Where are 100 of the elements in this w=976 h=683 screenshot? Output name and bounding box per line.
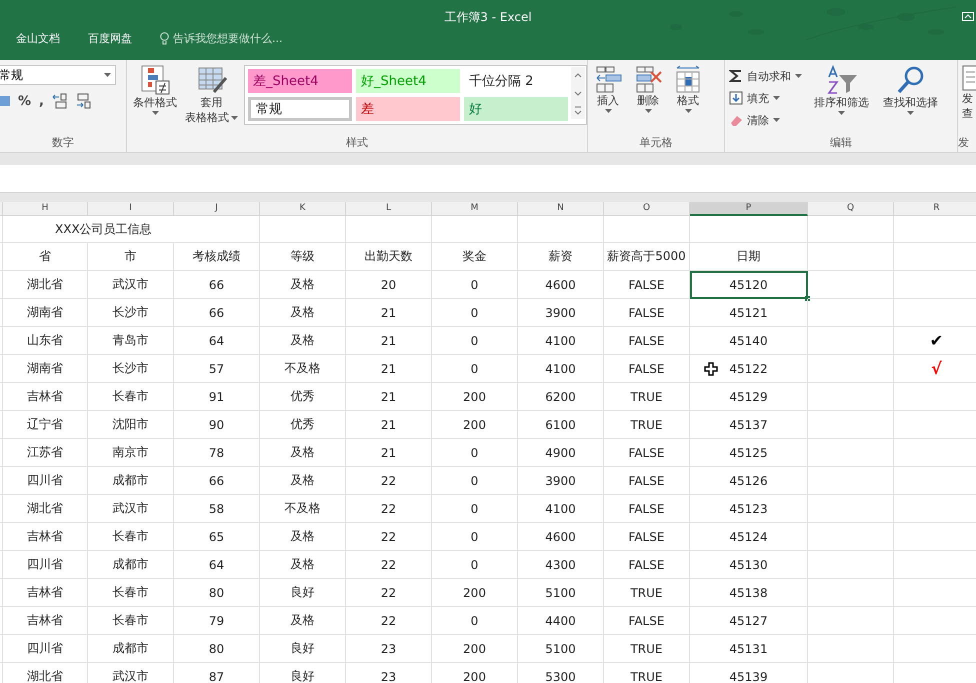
table-cell: 优秀	[260, 411, 346, 439]
find-button[interactable]: 查找和选择	[881, 65, 940, 115]
table-cell: 武汉市	[88, 663, 174, 683]
cell-style-option[interactable]: 好	[464, 97, 568, 121]
table-cell: 4100	[518, 327, 604, 355]
table-cell: 成都市	[88, 551, 174, 579]
format-button[interactable]: 格式	[672, 65, 704, 113]
window-title: 工作簿3 - Excel	[444, 9, 532, 23]
table-cell: 22	[346, 551, 432, 579]
table-cell: 3900	[518, 299, 604, 327]
table-cell: 21	[346, 383, 432, 411]
table-cell: 45127	[690, 607, 808, 635]
table-cell: XXX公司员工信息	[3, 216, 260, 243]
dropdown-arrow-icon	[684, 109, 692, 113]
table-format-button[interactable]: 套用 表格格式	[183, 65, 240, 125]
insert-button[interactable]: 插入	[592, 65, 624, 113]
column-header[interactable]: L	[346, 202, 432, 216]
table-cell: 长春市	[88, 579, 174, 607]
table-cell: 4400	[518, 607, 604, 635]
table-cell: 6200	[518, 383, 604, 411]
dropdown-arrow-icon	[773, 118, 780, 122]
cell-style-option[interactable]: 差	[356, 97, 460, 121]
header-cell: 出勤天数	[346, 243, 432, 271]
column-header[interactable]: Q	[808, 202, 894, 216]
header-cell: 考核成绩	[174, 243, 260, 271]
column-header[interactable]: P	[690, 202, 808, 216]
conditional-format-button[interactable]: 条件格式	[131, 65, 179, 115]
table-cell: 优秀	[260, 383, 346, 411]
table-cell: 江苏省	[3, 439, 88, 467]
table-cell: 0	[432, 271, 518, 299]
clear-button[interactable]: 清除	[729, 109, 802, 131]
table-cell: TRUE	[604, 411, 690, 439]
column-header[interactable]: N	[518, 202, 604, 216]
column-header[interactable]: H	[3, 202, 88, 216]
table-cell: 4300	[518, 551, 604, 579]
table-cell: 58	[174, 495, 260, 523]
table-cell: 四川省	[3, 551, 88, 579]
table-cell: 23	[346, 663, 432, 683]
table-cell: 22	[346, 467, 432, 495]
table-cell: 湖南省	[3, 355, 88, 383]
table-cell: 湖北省	[3, 495, 88, 523]
menu-tab[interactable]: 百度网盘	[88, 30, 132, 46]
table-cell: 80	[174, 635, 260, 663]
gallery-scroll-icon[interactable]	[571, 67, 585, 119]
group-label: 发	[958, 135, 970, 151]
table-cell: 良好	[260, 579, 346, 607]
dropdown-arrow-icon	[773, 96, 780, 100]
sum-button[interactable]: 自动求和	[729, 65, 802, 87]
fill-handle-icon[interactable]	[805, 296, 810, 301]
sort-filter-icon	[824, 65, 858, 95]
table-cell: 21	[346, 439, 432, 467]
table-cell: 5100	[518, 635, 604, 663]
table-cell: FALSE	[604, 299, 690, 327]
table-cell: 45125	[690, 439, 808, 467]
table-cell: 0	[432, 327, 518, 355]
table-cell: 22	[346, 607, 432, 635]
column-header[interactable]: J	[174, 202, 260, 216]
column-header[interactable]: I	[88, 202, 174, 216]
column-header[interactable]: M	[432, 202, 518, 216]
fill-button[interactable]: 填充	[729, 87, 802, 109]
table-cell: 45131	[690, 635, 808, 663]
decrease-decimal-icon[interactable]	[76, 93, 92, 109]
table-cell: 0	[432, 467, 518, 495]
cross-cursor-icon	[704, 362, 718, 376]
column-header[interactable]: R	[894, 202, 976, 216]
column-header[interactable]: K	[260, 202, 346, 216]
header-cell: 日期	[690, 243, 808, 271]
delete-cells-icon	[634, 65, 662, 93]
dropdown-arrow-icon	[604, 109, 612, 113]
table-cell: 长春市	[88, 523, 174, 551]
increase-decimal-icon[interactable]	[52, 93, 68, 109]
percent-button[interactable]: %	[18, 94, 32, 108]
table-cell: 5300	[518, 663, 604, 683]
table-cell: 22	[346, 579, 432, 607]
cell-style-option[interactable]: 差_Sheet4	[248, 69, 352, 93]
table-cell: 90	[174, 411, 260, 439]
tell-me-field[interactable]: 告诉我您想要做什么...	[173, 30, 282, 46]
sort-button[interactable]: 排序和筛选	[812, 65, 871, 115]
table-cell: 4600	[518, 523, 604, 551]
column-header[interactable]: O	[604, 202, 690, 216]
menu-tab[interactable]: 金山文档	[16, 30, 60, 46]
header-cell: 薪资高于5000	[604, 243, 690, 271]
table-cell: 45138	[690, 579, 808, 607]
table-cell: 四川省	[3, 635, 88, 663]
sigma-icon	[729, 69, 743, 83]
invoice-button[interactable]: 发 查	[962, 65, 976, 121]
table-cell: 武汉市	[88, 495, 174, 523]
delete-button[interactable]: 删除	[632, 65, 664, 113]
table-cell: 0	[432, 355, 518, 383]
table-cell: 57	[174, 355, 260, 383]
cell-style-option[interactable]: 常规	[248, 97, 352, 121]
table-cell: 及格	[260, 607, 346, 635]
comma-button[interactable]: ,	[39, 94, 44, 108]
table-cell: FALSE	[604, 467, 690, 495]
table-cell: 0	[432, 523, 518, 551]
table-cell: 80	[174, 579, 260, 607]
table-cell: TRUE	[604, 663, 690, 683]
table-cell: 及格	[260, 467, 346, 495]
table-cell: 长春市	[88, 383, 174, 411]
restore-window-icon[interactable]	[962, 12, 974, 21]
